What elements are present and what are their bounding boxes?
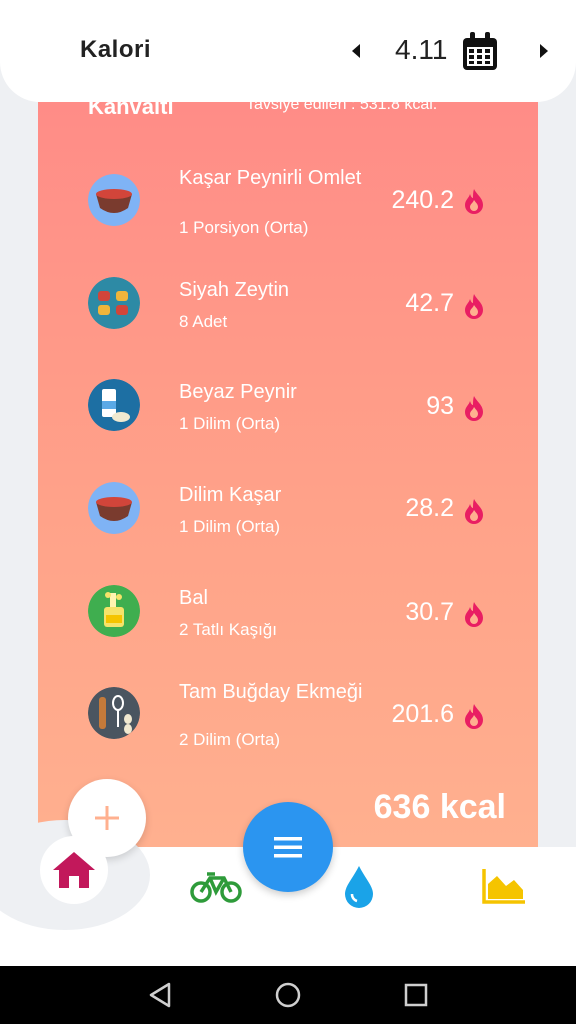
fire-icon — [465, 396, 483, 421]
food-portion: 1 Dilim (Orta) — [179, 517, 281, 536]
list-item[interactable]: Beyaz Peynir 1 Dilim (Orta) 93 — [38, 376, 538, 466]
recommended-calories: Tavsiye edilen : 531.8 kcal. — [246, 102, 438, 113]
home-circle-icon[interactable] — [273, 980, 303, 1010]
fire-icon — [465, 294, 483, 319]
list-item[interactable]: Dilim Kaşar 1 Dilim (Orta) 28.2 — [38, 479, 538, 569]
plus-icon — [95, 806, 119, 830]
chevron-left-icon[interactable] — [348, 40, 364, 62]
bicycle-icon[interactable] — [190, 868, 242, 904]
menu-button[interactable] — [243, 802, 333, 892]
meal-title: Kahvaltı — [88, 102, 174, 119]
soup-bowl-icon — [88, 174, 140, 226]
food-name: Kaşar Peynirli Omlet — [179, 167, 362, 189]
breakfast-plate-icon — [88, 277, 140, 329]
fire-icon — [465, 602, 483, 627]
food-kcal: 28.2 — [405, 494, 454, 522]
food-name: Tam Buğday Ekmeği — [179, 681, 363, 703]
list-item[interactable]: Tam Buğday Ekmeği 2 Dilim (Orta) 201.6 — [38, 676, 538, 766]
app-header: Kalori 4.11 — [0, 0, 576, 102]
food-kcal: 240.2 — [391, 186, 454, 214]
food-portion: 8 Adet — [179, 312, 228, 331]
meal-card: Kahvaltı Tavsiye edilen : 531.8 kcal. Ka… — [38, 102, 538, 847]
area-chart-icon[interactable] — [481, 866, 527, 906]
fire-icon — [465, 189, 483, 214]
soup-bowl-icon — [88, 482, 140, 534]
back-icon[interactable] — [145, 980, 175, 1010]
food-kcal: 201.6 — [391, 700, 454, 728]
calendar-icon[interactable] — [460, 31, 500, 73]
baking-tools-icon — [88, 687, 140, 739]
food-name: Bal — [179, 587, 208, 609]
food-name: Siyah Zeytin — [179, 279, 290, 301]
water-drop-icon[interactable] — [343, 864, 375, 908]
list-item[interactable]: Siyah Zeytin 8 Adet 42.7 — [38, 274, 538, 364]
list-item[interactable]: Bal 2 Tatlı Kaşığı 30.7 — [38, 582, 538, 672]
fire-icon — [465, 499, 483, 524]
food-name: Dilim Kaşar — [179, 484, 282, 506]
page-title: Kalori — [80, 36, 152, 63]
food-kcal: 93 — [426, 392, 454, 420]
system-navigation-bar — [0, 966, 576, 1024]
date-label: 4.11 — [395, 34, 448, 65]
honey-jar-icon — [88, 585, 140, 637]
menu-icon — [274, 837, 302, 858]
home-tab[interactable] — [40, 836, 108, 904]
milk-icon — [88, 379, 140, 431]
total-calories: 636 kcal — [373, 788, 506, 826]
food-kcal: 42.7 — [405, 289, 454, 317]
recents-icon[interactable] — [401, 980, 431, 1010]
food-name: Beyaz Peynir — [179, 381, 297, 403]
food-kcal: 30.7 — [405, 598, 454, 626]
food-portion: 1 Dilim (Orta) — [179, 414, 281, 433]
fire-icon — [465, 704, 483, 729]
food-portion: 1 Porsiyon (Orta) — [179, 218, 309, 237]
food-portion: 2 Tatlı Kaşığı — [179, 620, 277, 639]
food-portion: 2 Dilim (Orta) — [179, 730, 281, 749]
list-item[interactable]: Kaşar Peynirli Omlet 1 Porsiyon (Orta) 2… — [38, 162, 538, 252]
home-icon — [53, 852, 95, 888]
chevron-right-icon[interactable] — [536, 40, 552, 62]
